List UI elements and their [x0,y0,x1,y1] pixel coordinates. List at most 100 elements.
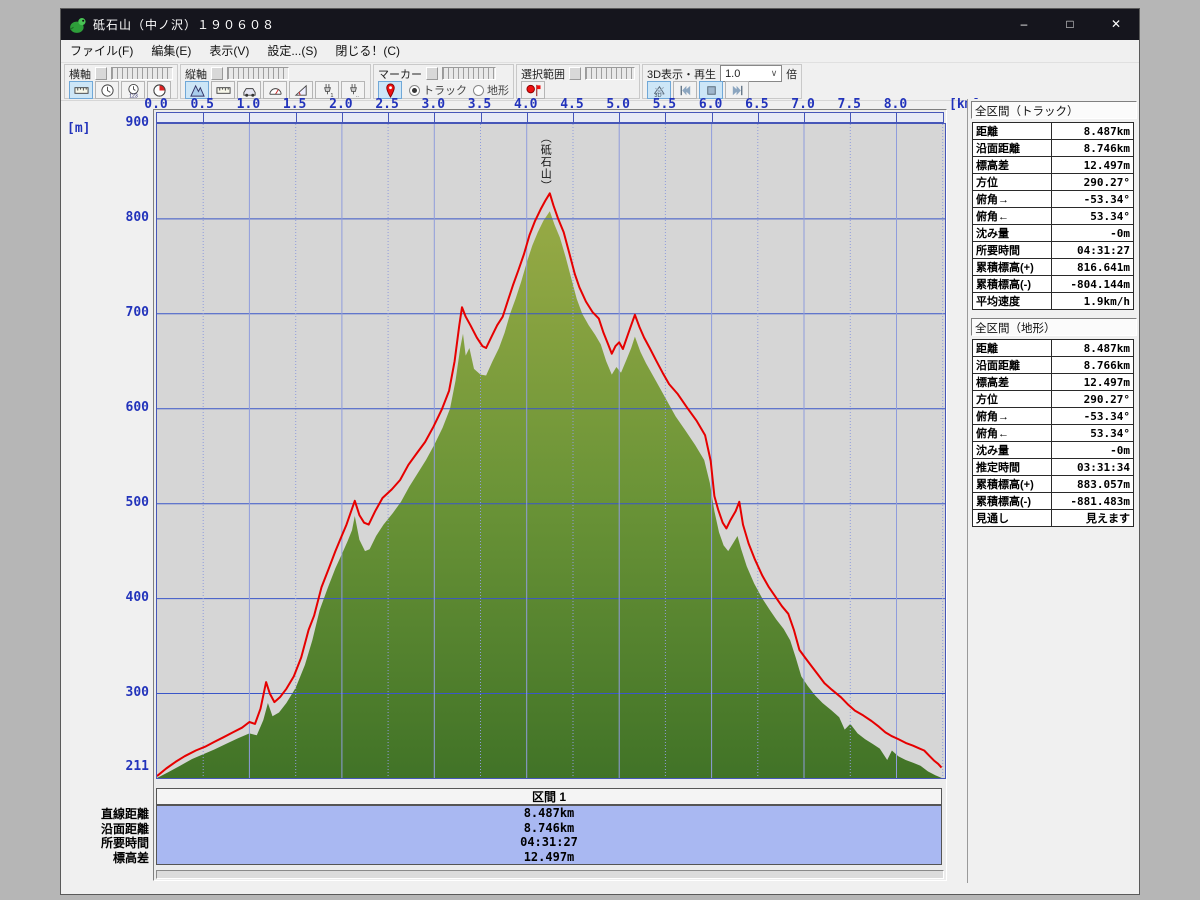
stats-value: 8.746km [1052,140,1134,157]
ruler-tick [619,113,620,122]
stats-label: 方位 [973,391,1052,408]
ruler-tick [850,113,851,122]
toolbar-group-label-row: 3D表示・再生1.0∨倍 [647,66,797,81]
horizontal-scrollbar[interactable] [156,870,944,879]
stats-row: 累積標高(-)-881.483m [973,493,1134,510]
maximize-button[interactable]: □ [1047,9,1093,40]
toolbar-group-label-row: 選択範囲 [521,66,635,81]
stats-value: 04:31:27 [1052,242,1134,259]
stats-value: -0m [1052,442,1134,459]
stats-value: 1.9km/h [1052,293,1134,310]
stats-label: 累積標高(+) [973,259,1052,276]
toolbar-button-step-back[interactable] [673,81,697,99]
toolbar-group-2: 縦軸1.. [180,64,371,99]
peak-annotation: （砥石山） [537,132,553,192]
combobox-unit-label: 倍 [786,66,797,82]
ruler-tick [342,113,343,122]
menu-item-4[interactable]: 設定...(S) [258,40,326,62]
stats-table-1: 距離8.487km沿面距離8.746km標高差12.497m方位290.27°俯… [972,122,1134,310]
flag-pin-icon [526,83,541,98]
x-axis-tick-label: 6.0 [699,97,722,112]
y-axis-tick-label: 500 [91,495,149,510]
toolbar-button-ruler[interactable] [211,81,235,99]
stats-label: 沿面距離 [973,357,1052,374]
stats-label: 俯角← [973,208,1052,225]
stats-row: 累積標高(+)883.057m [973,476,1134,493]
stats-label: 沿面距離 [973,140,1052,157]
stats-label: 平均速度 [973,293,1052,310]
ruler-tick [527,113,528,122]
slider-track[interactable] [227,67,289,80]
section-value-row: 12.497m [157,850,941,865]
stats-label: 俯角→ [973,191,1052,208]
slider-thumb[interactable] [426,67,438,80]
toolbar-button-clock-numbers[interactable]: 123 [121,81,145,99]
radio-option-トラック[interactable]: トラック [409,82,467,98]
x-axis-tick-label: 2.0 [329,97,352,112]
menu-item-2[interactable]: 編集(E) [142,40,200,62]
elevation-plot[interactable]: （砥石山） [156,123,946,779]
elevation-profile-svg [157,124,945,778]
playback-scale-combobox[interactable]: 1.0∨ [720,65,782,82]
stats-panel: 全区間（トラック）距離8.487km沿面距離8.746km標高差12.497m方… [967,99,1139,883]
stats-label: 推定時間 [973,459,1052,476]
slider-thumb[interactable] [95,67,107,80]
elevation-chart-region: （砥石山） 区間 1 8.487km8.746km04:31:2712.497m… [61,99,967,894]
slider-track[interactable] [111,67,173,80]
radio-label: トラック [423,82,467,98]
ruler-tick [481,113,482,122]
stats-label: 距離 [973,340,1052,357]
marker-pin-icon [383,83,398,98]
menu-item-3[interactable]: 表示(V) [200,40,258,62]
close-button[interactable]: ✕ [1093,9,1139,40]
stats-value: 53.34° [1052,425,1134,442]
ruler-icon [74,83,89,98]
title-bar: 砥石山（中ノ沢）１９０６０８ – □ ✕ [61,9,1139,40]
window-title: 砥石山（中ノ沢）１９０６０８ [93,16,1001,33]
stats-row: 累積標高(-)-804.144m [973,276,1134,293]
toolbar-group-label-row: 縦軸 [185,66,366,81]
stats-value: -53.34° [1052,191,1134,208]
stats-value: 8.487km [1052,123,1134,140]
x-axis-tick-label: 5.5 [653,97,676,112]
toolbar-group-label: 横軸 [69,66,91,82]
section-table-body: 8.487km8.746km04:31:2712.497m [156,805,942,865]
toolbar-group-label: マーカー [378,66,422,82]
minimize-button[interactable]: – [1001,9,1047,40]
toolbar-button-ruler[interactable] [69,81,93,99]
slider-track[interactable] [585,67,635,80]
stats-value: 12.497m [1052,374,1134,391]
toolbar-group-label: 3D表示・再生 [647,66,716,82]
stats-row: 沈み量-0m [973,442,1134,459]
x-axis-tick-label: 6.5 [745,97,768,112]
x-axis-ruler[interactable] [156,112,944,123]
clock-icon [100,83,115,98]
radio-option-地形[interactable]: 地形 [473,82,509,98]
slider-thumb[interactable] [211,67,223,80]
app-window: 砥石山（中ノ沢）１９０６０８ – □ ✕ ファイル(F)編集(E)表示(V)設定… [60,8,1140,895]
x-axis-tick-label: 3.5 [468,97,491,112]
x-axis-tick-label: 1.5 [283,97,306,112]
chevron-down-icon[interactable]: ∨ [767,68,781,79]
toolbar-button-clock[interactable] [95,81,119,99]
slider-thumb[interactable] [569,67,581,80]
menu-item-5[interactable]: 閉じる！(C) [326,40,409,62]
stats-row: 方位290.27° [973,174,1134,191]
stop-icon [704,83,719,98]
toolbar-group-label-row: 横軸 [69,66,173,81]
section-value-row: 8.487km [157,806,941,821]
slider-track[interactable] [442,67,496,80]
x-axis-tick-label: 7.0 [791,97,814,112]
stats-label: 見通し [973,510,1052,527]
step-back-icon [678,83,693,98]
section-value-row: 8.746km [157,821,941,836]
stats-value: 816.641m [1052,259,1134,276]
stats-value: 03:31:34 [1052,459,1134,476]
menu-item-1[interactable]: ファイル(F) [61,40,142,62]
stats-row: 距離8.487km [973,340,1134,357]
stats-row: 沿面距離8.766km [973,357,1134,374]
stats-value: 見えます [1052,510,1134,527]
stats-row: 俯角→-53.34° [973,408,1134,425]
radio-label: 地形 [487,82,509,98]
step-forward-icon [730,83,745,98]
